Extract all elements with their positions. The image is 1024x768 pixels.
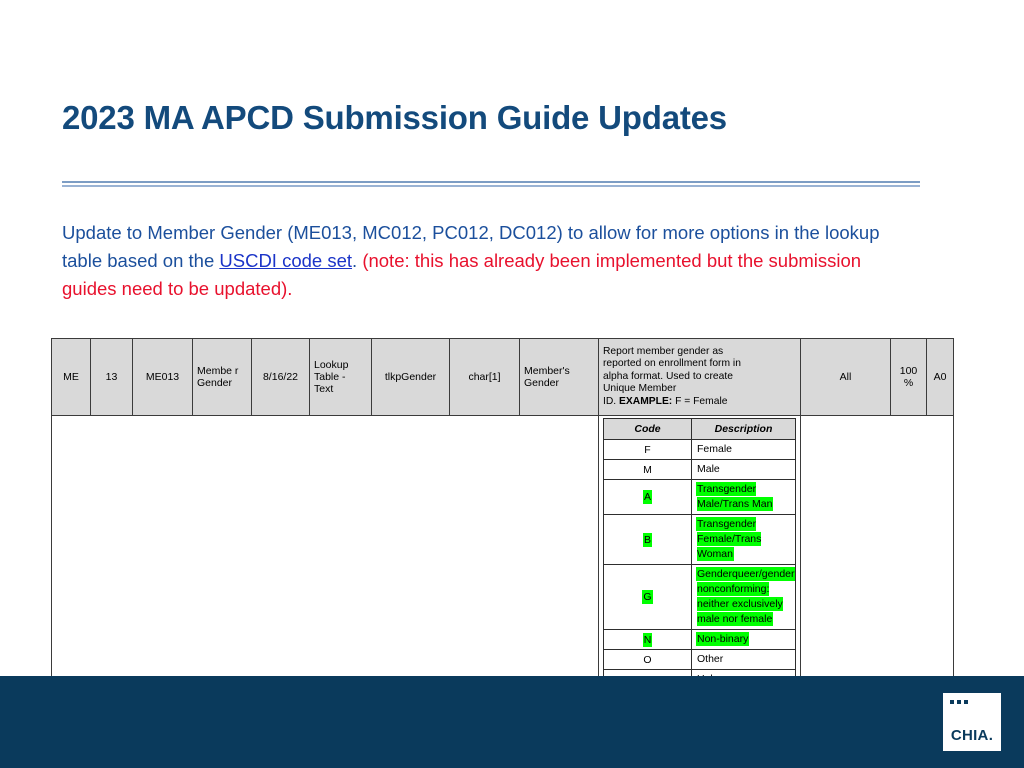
submission-spec-table: ME 13 ME013 Membe r Gender 8/16/22 Looku… xyxy=(51,338,954,728)
header-lookup-name: tlkpGender xyxy=(371,338,450,416)
lookup-description: Female xyxy=(691,439,796,460)
header-format: char[1] xyxy=(449,338,520,416)
lookup-code-text: G xyxy=(643,591,652,603)
divider-rule-bottom xyxy=(62,185,920,187)
lookup-code-text: A xyxy=(643,491,651,503)
lookup-code: B xyxy=(603,514,692,565)
table-row: M Male xyxy=(603,459,796,480)
header-data-element: ME013 xyxy=(132,338,193,416)
lookup-code-text: N xyxy=(643,633,652,646)
logo-wordmark: CHIA. xyxy=(950,727,994,744)
body-link-tail: . xyxy=(352,250,363,271)
lookup-code: N xyxy=(603,629,692,650)
header-description: Report member gender as reported on enro… xyxy=(598,338,801,416)
lookup-description-text: Transgender Female/Trans Woman xyxy=(697,518,762,560)
header-data-type: Lookup Table - Text xyxy=(309,338,372,416)
lookup-description: Non-binary xyxy=(691,629,796,650)
table-row: G Genderqueer/gender nonconforming: neit… xyxy=(603,564,796,630)
body-paragraph: Update to Member Gender (ME013, MC012, P… xyxy=(62,219,892,303)
header-applicability: All xyxy=(800,338,891,416)
lookup-description-text: Female xyxy=(697,443,733,455)
lookup-header-row: Code Description xyxy=(603,418,796,440)
lookup-code: A xyxy=(603,479,692,515)
lookup-description-text: Male xyxy=(697,463,720,475)
table-header-row: ME 13 ME013 Membe r Gender 8/16/22 Looku… xyxy=(51,338,954,416)
chia-logo: CHIA. xyxy=(943,693,1001,751)
lookup-code: F xyxy=(603,439,692,460)
description-line-5-prefix: ID. xyxy=(603,395,620,407)
lookup-col-code: Code xyxy=(603,418,692,440)
footer-bar xyxy=(0,676,1024,768)
header-element-number: 13 xyxy=(90,338,133,416)
description-line-1: Report member gender as xyxy=(603,345,724,357)
lookup-code: O xyxy=(603,649,692,670)
lookup-code: G xyxy=(603,564,692,630)
description-example-label: EXAMPLE: xyxy=(619,395,673,407)
uscdi-code-set-link[interactable]: USCDI code set xyxy=(219,250,352,271)
header-element-name: Membe r Gender xyxy=(192,338,252,416)
lookup-description: Transgender Male/Trans Man xyxy=(691,479,796,515)
header-edit-code: A0 xyxy=(926,338,954,416)
lookup-description-text: Transgender Male/Trans Man xyxy=(697,483,773,510)
description-line-4: Unique Member xyxy=(603,383,677,395)
table-row: O Other xyxy=(603,649,796,670)
description-line-2: reported on enrollment form in xyxy=(603,358,741,370)
lookup-description: Other xyxy=(691,649,796,670)
table-row: B Transgender Female/Trans Woman xyxy=(603,514,796,565)
table-row: F Female xyxy=(603,439,796,460)
title-divider xyxy=(62,181,920,187)
lookup-description: Male xyxy=(691,459,796,480)
table-row: N Non-binary xyxy=(603,629,796,650)
lookup-description-text: Non-binary xyxy=(697,633,749,645)
page-title: 2023 MA APCD Submission Guide Updates xyxy=(62,99,727,136)
description-line-3: alpha format. Used to create xyxy=(603,370,733,382)
logo-dots-icon xyxy=(950,700,968,704)
header-long-name: Member's Gender xyxy=(519,338,599,416)
lookup-description: Genderqueer/gender nonconforming: neithe… xyxy=(691,564,796,630)
table-row: A Transgender Male/Trans Man xyxy=(603,479,796,515)
header-threshold: 100 % xyxy=(890,338,927,416)
lookup-code: M xyxy=(603,459,692,480)
lookup-description-text: Other xyxy=(697,653,724,665)
lookup-col-description: Description xyxy=(691,418,796,440)
description-example-value: F = Female xyxy=(672,395,728,407)
lookup-code-text: B xyxy=(643,533,651,546)
lookup-description-text: Genderqueer/gender nonconforming: neithe… xyxy=(697,568,795,625)
header-effective-date: 8/16/22 xyxy=(251,338,310,416)
header-file-type: ME xyxy=(51,338,91,416)
lookup-description: Transgender Female/Trans Woman xyxy=(691,514,796,565)
